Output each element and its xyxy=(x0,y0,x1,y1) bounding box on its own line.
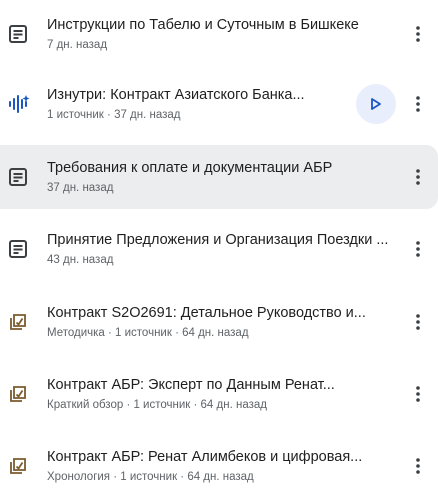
more-options-icon[interactable] xyxy=(404,374,432,414)
more-options-icon[interactable] xyxy=(404,157,432,197)
study-guide-icon xyxy=(0,362,47,426)
list-item-meta: Краткий обзор · 1 источник · 64 дн. наза… xyxy=(47,399,267,411)
list-item[interactable]: Контракт АБР: Эксперт по Данным Ренат...… xyxy=(0,362,438,426)
list-item[interactable]: Инструкции по Табелю и Суточным в Бишкек… xyxy=(0,2,438,66)
notes-list: Инструкции по Табелю и Суточным в Бишкек… xyxy=(0,0,438,493)
list-item-meta: 43 дн. назад xyxy=(47,254,114,266)
list-item-title: Принятие Предложения и Организация Поезд… xyxy=(47,232,389,248)
list-item-title: Контракт АБР: Ренат Алимбеков и цифровая… xyxy=(47,449,363,465)
list-item-text: Принятие Предложения и Организация Поезд… xyxy=(47,231,404,267)
list-item-text: Контракт АБР: Ренат Алимбеков и цифровая… xyxy=(47,448,404,484)
study-guide-icon xyxy=(0,434,47,493)
list-item[interactable]: Изнутри: Контракт Азиатского Банка... 1 … xyxy=(0,72,438,136)
note-icon xyxy=(0,217,47,281)
play-icon xyxy=(371,98,381,110)
list-item-title: Контракт АБР: Эксперт по Данным Ренат... xyxy=(47,377,335,393)
note-icon xyxy=(0,145,47,209)
list-item-meta: 37 дн. назад xyxy=(47,182,114,194)
list-item-selected[interactable]: Требования к оплате и документации АБР 3… xyxy=(0,145,438,209)
list-item[interactable]: Контракт АБР: Ренат Алимбеков и цифровая… xyxy=(0,434,438,493)
study-guide-icon xyxy=(0,290,47,354)
list-item-meta: Хронология · 1 источник · 64 дн. назад xyxy=(47,471,254,483)
audio-overview-icon xyxy=(0,72,47,136)
list-item-meta: Методичка · 1 источник · 64 дн. назад xyxy=(47,327,249,339)
list-item[interactable]: Принятие Предложения и Организация Поезд… xyxy=(0,217,438,281)
list-item-text: Инструкции по Табелю и Суточным в Бишкек… xyxy=(47,16,404,52)
list-item-title: Инструкции по Табелю и Суточным в Бишкек… xyxy=(47,17,359,33)
list-item-text: Изнутри: Контракт Азиатского Банка... 1 … xyxy=(47,86,356,122)
note-icon xyxy=(0,2,47,66)
more-options-icon[interactable] xyxy=(404,14,432,54)
list-item[interactable]: Контракт S2O2691: Детальное Руководство … xyxy=(0,290,438,354)
more-options-icon[interactable] xyxy=(404,84,432,124)
list-item-text: Контракт S2O2691: Детальное Руководство … xyxy=(47,304,404,340)
list-item-meta: 1 источник · 37 дн. назад xyxy=(47,109,181,121)
list-item-meta: 7 дн. назад xyxy=(47,39,108,51)
more-options-icon[interactable] xyxy=(404,446,432,486)
more-options-icon[interactable] xyxy=(404,302,432,342)
list-item-text: Требования к оплате и документации АБР 3… xyxy=(47,159,404,195)
more-options-icon[interactable] xyxy=(404,229,432,269)
play-button[interactable] xyxy=(356,84,396,124)
list-item-text: Контракт АБР: Эксперт по Данным Ренат...… xyxy=(47,376,404,412)
list-item-title: Контракт S2O2691: Детальное Руководство … xyxy=(47,305,366,321)
list-item-title: Требования к оплате и документации АБР xyxy=(47,160,333,176)
list-item-title: Изнутри: Контракт Азиатского Банка... xyxy=(47,87,305,103)
